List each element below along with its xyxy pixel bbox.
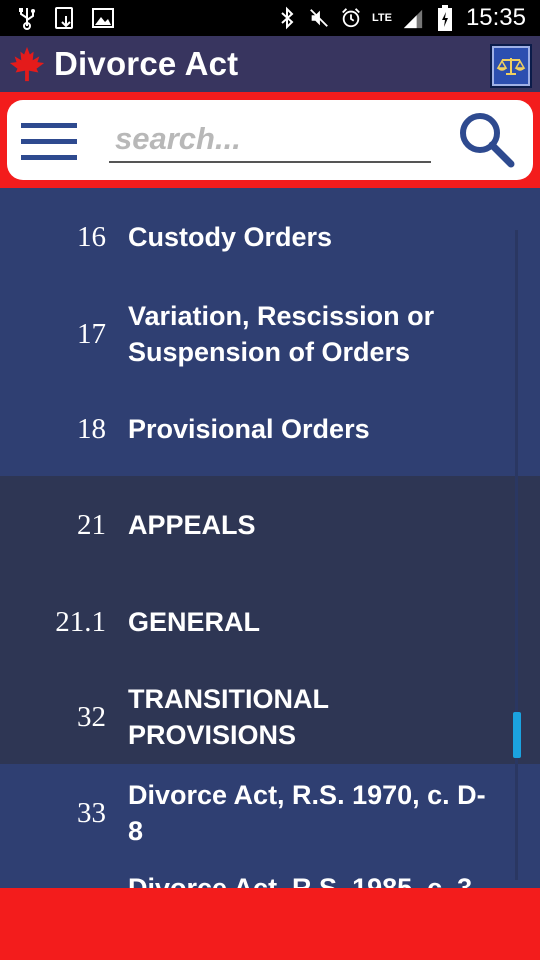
- list-item[interactable]: 21 APPEALS: [0, 476, 540, 574]
- section-title: Divorce Act, R.S. 1985, c. 3: [128, 873, 473, 888]
- section-title: Variation, Rescission or Suspension of O…: [128, 301, 435, 367]
- section-title: Custody Orders: [128, 222, 333, 252]
- list-item[interactable]: 21.1 GENERAL: [0, 574, 540, 670]
- section-group: 16 Custody Orders 17 Variation, Rescissi…: [0, 188, 540, 476]
- list-item[interactable]: 16 Custody Orders: [0, 188, 540, 286]
- status-bar: LTE 15:35: [0, 0, 540, 36]
- usb-icon: [16, 7, 38, 30]
- section-number: 17: [77, 317, 106, 350]
- search-bar-container: [0, 92, 540, 188]
- section-number: 21.1: [55, 605, 106, 638]
- list-item[interactable]: 32 TRANSITIONAL PROVISIONS: [0, 670, 540, 764]
- alarm-icon: [340, 7, 362, 29]
- signal-icon: [402, 7, 424, 29]
- bottom-banner: [0, 888, 540, 960]
- scales-icon: [496, 58, 526, 75]
- section-number: 33: [77, 796, 106, 829]
- scales-of-justice-button[interactable]: [490, 44, 532, 88]
- scrollbar-thumb[interactable]: [513, 712, 521, 758]
- clock: 15:35: [465, 4, 526, 31]
- section-title: GENERAL: [128, 607, 261, 637]
- mute-icon: [308, 7, 330, 29]
- maple-leaf-icon: [8, 45, 46, 83]
- menu-icon[interactable]: [21, 123, 77, 161]
- app-title: Divorce Act: [54, 45, 239, 82]
- app-bar: Divorce Act: [0, 36, 540, 92]
- list-item[interactable]: 33 Divorce Act, R.S. 1970, c. D-8: [0, 764, 540, 862]
- section-number: 16: [77, 220, 106, 253]
- section-title: TRANSITIONAL PROVISIONS: [128, 684, 329, 750]
- search-input[interactable]: [109, 117, 431, 163]
- section-group: 21 APPEALS 21.1 GENERAL 32 TRANSITIONAL …: [0, 476, 540, 764]
- network-type-label: LTE: [371, 12, 392, 24]
- bluetooth-icon: [276, 6, 298, 30]
- section-number: 32: [77, 700, 106, 733]
- list-item[interactable]: Divorce Act, R.S. 1985, c. 3: [0, 862, 540, 888]
- list-item[interactable]: 17 Variation, Rescission or Suspension o…: [0, 286, 540, 382]
- section-title: Divorce Act, R.S. 1970, c. D-8: [128, 780, 486, 846]
- scrollbar-track: [515, 230, 518, 880]
- section-list: 16 Custody Orders 17 Variation, Rescissi…: [0, 188, 540, 888]
- section-number: 21: [77, 508, 106, 541]
- search-button[interactable]: [457, 110, 515, 168]
- image-notification-icon: [92, 7, 114, 29]
- section-group: 33 Divorce Act, R.S. 1970, c. D-8 Divorc…: [0, 764, 540, 888]
- search-icon: [460, 113, 515, 168]
- download-notification-icon: [54, 7, 76, 29]
- list-item[interactable]: 18 Provisional Orders: [0, 382, 540, 476]
- section-title: APPEALS: [128, 510, 256, 540]
- search-box: [7, 100, 533, 180]
- battery-charging-icon: [434, 5, 456, 31]
- section-number: 18: [77, 412, 106, 445]
- section-title: Provisional Orders: [128, 414, 370, 444]
